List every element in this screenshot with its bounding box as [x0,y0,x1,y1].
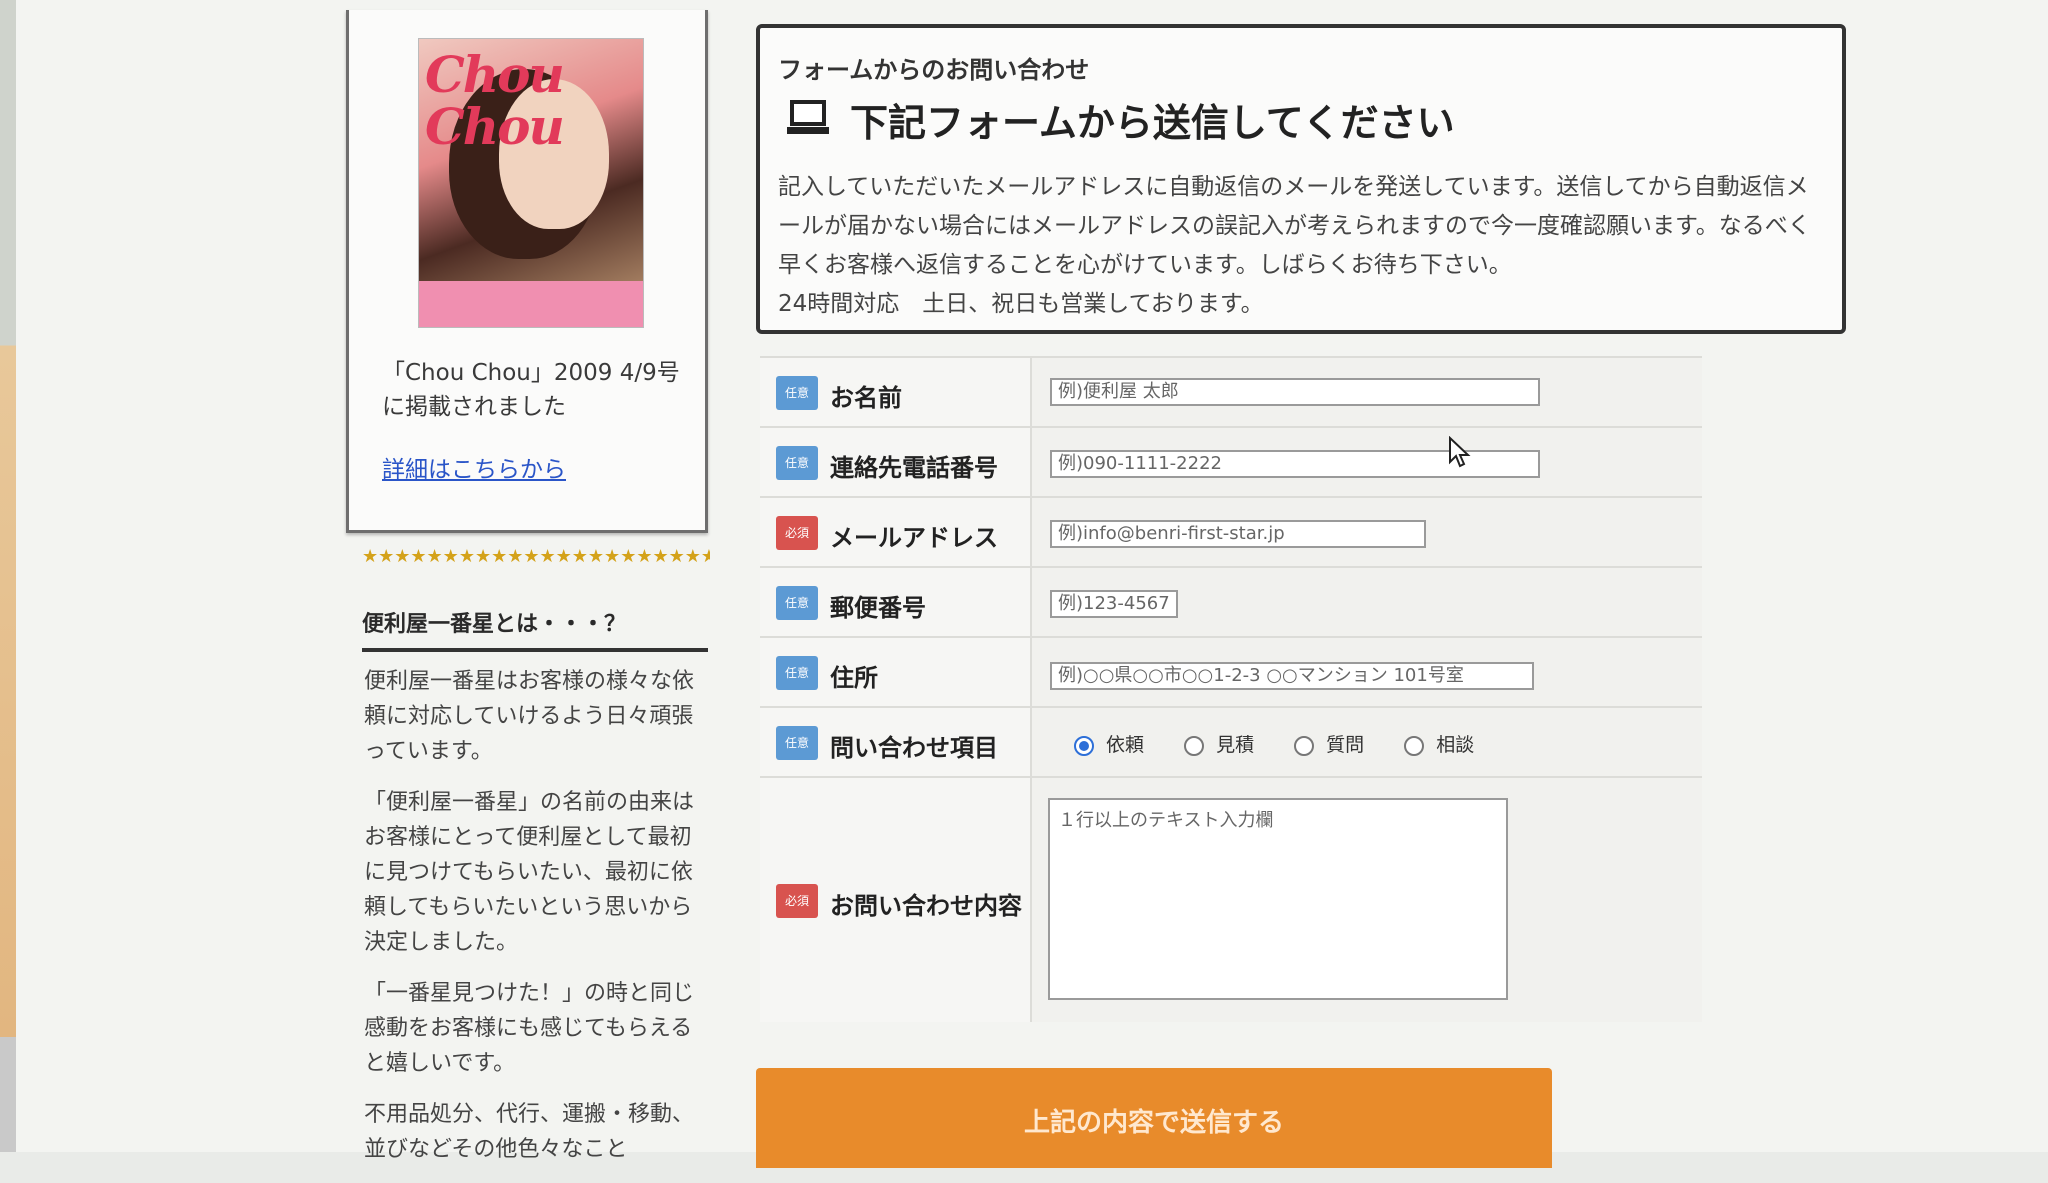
detail-link[interactable]: 詳細はこちらから [382,450,566,484]
message-textarea[interactable]: １行以上のテキスト入力欄 [1048,798,1508,1000]
name-input[interactable]: 例)便利屋 太郎 [1050,378,1540,406]
email-label: メールアドレス [830,524,998,552]
notice-body: 記入していただいたメールアドレスに自動返信のメールを発送しています。送信してから… [778,168,1818,324]
radio-request[interactable]: 依頼 [1074,730,1144,757]
form-row-message: 必須 お問い合わせ内容 １行以上のテキスト入力欄 [760,776,1702,1022]
cover-banner [419,281,643,327]
about-paragraph: 「一番星見つけた！」の時と同じ感動をお客様にも感じてもらえると嬉しいです。 [364,981,695,1076]
form-value-cell: 例)便利屋 太郎 [1032,356,1702,426]
email-input[interactable]: 例)info@benri-first-star.jp [1050,520,1426,548]
star-divider: ★★★★★★★★★★★★★★★★★★★★★★★ [362,546,710,567]
magazine-logo: Chou Chou [425,45,565,156]
form-row-email: 必須 メールアドレス 例)info@benri-first-star.jp [760,496,1702,566]
laptop-icon [787,100,829,134]
form-label-cell: 任意 住所 [760,636,1032,706]
address-input[interactable]: 例)○○県○○市○○1-2-3 ○○マンション 101号室 [1050,662,1534,690]
postal-input[interactable]: 例)123-4567 [1050,590,1178,618]
form-label-cell: 任意 郵便番号 [760,566,1032,636]
radio-estimate[interactable]: 見積 [1184,730,1254,757]
about-heading: 便利屋一番星とは・・・？ [362,606,708,652]
form-value-cell: 例)info@benri-first-star.jp [1032,496,1702,566]
notice-hours: 24時間対応 土日、祝日も営業しております。 [778,291,1264,317]
form-row-postal: 任意 郵便番号 例)123-4567 [760,566,1702,636]
form-row-inquiry-type: 任意 問い合わせ項目 依頼 見積 質問 相談 [760,706,1702,776]
postal-label: 郵便番号 [830,594,926,622]
about-paragraph: 便利屋一番星はお客様の様々な依頼に対応していけるよう日々頑張っています。 [364,669,695,764]
radio-button-selected[interactable] [1074,735,1094,756]
magazine-caption: 「Chou Chou」2009 4/9号に掲載されました [382,360,680,420]
form-label-cell: 必須 メールアドレス [760,496,1032,566]
form-label-cell: 必須 お問い合わせ内容 [760,776,1032,1022]
address-label: 住所 [830,664,878,692]
form-value-cell: 依頼 見積 質問 相談 [1032,706,1702,776]
form-label-cell: 任意 問い合わせ項目 [760,706,1032,776]
optional-badge: 任意 [776,446,818,480]
notice-subtitle: フォームからのお問い合わせ [778,56,1090,84]
radio-label: 見積 [1216,734,1255,756]
inquiry-type-radio-group: 依頼 見積 質問 相談 [1074,730,1508,757]
optional-badge: 任意 [776,726,818,760]
optional-badge: 任意 [776,376,818,410]
about-paragraph: 「便利屋一番星」の名前の由来はお客様にとって便利屋として最初に見つけてもらいたい… [364,790,695,955]
form-row-name: 任意 お名前 例)便利屋 太郎 [760,356,1702,426]
message-label: お問い合わせ内容 [830,892,1022,920]
optional-badge: 任意 [776,586,818,620]
form-value-cell: 例)○○県○○市○○1-2-3 ○○マンション 101号室 [1032,636,1702,706]
radio-question[interactable]: 質問 [1294,730,1364,757]
inquiry-type-label: 問い合わせ項目 [830,734,998,762]
radio-label: 相談 [1436,734,1475,756]
optional-badge: 任意 [776,656,818,690]
radio-label: 質問 [1326,734,1365,756]
contact-notice-box: フォームからのお問い合わせ 下記フォームから送信してください 記入していただいた… [756,24,1846,334]
form-label-cell: 任意 連絡先電話番号 [760,426,1032,496]
notice-title: 下記フォームから送信してください [850,101,1455,145]
page: Chou Chou 「Chou Chou」2009 4/9号に掲載されました 詳… [16,0,2048,1168]
radio-label: 依頼 [1106,734,1145,756]
form-value-cell: 例)123-4567 [1032,566,1702,636]
required-badge: 必須 [776,516,818,550]
form-row-phone: 任意 連絡先電話番号 例)090-1111-2222 [760,426,1702,496]
required-badge: 必須 [776,884,818,918]
radio-consult[interactable]: 相談 [1404,730,1474,757]
form-value-cell: １行以上のテキスト入力欄 [1032,776,1702,1022]
notice-body-text: 記入していただいたメールアドレスに自動返信のメールを発送しています。送信してから… [778,174,1811,278]
about-text: 便利屋一番星はお客様の様々な依頼に対応していけるよう日々頑張っています。 「便利… [364,664,704,1183]
name-label: お名前 [830,384,902,412]
radio-button[interactable] [1294,735,1315,756]
magazine-cover-image: Chou Chou [418,38,644,328]
phone-label: 連絡先電話番号 [830,454,998,482]
form-value-cell: 例)090-1111-2222 [1032,426,1702,496]
form-label-cell: 任意 お名前 [760,356,1032,426]
radio-button[interactable] [1184,735,1205,756]
radio-button[interactable] [1404,735,1425,756]
about-paragraph: 不用品処分、代行、運搬・移動、並びなどその他色々なこと [364,1102,695,1162]
submit-button[interactable]: 上記の内容で送信する [756,1068,1552,1168]
form-row-address: 任意 住所 例)○○県○○市○○1-2-3 ○○マンション 101号室 [760,636,1702,706]
mouse-cursor-icon [1449,436,1471,468]
